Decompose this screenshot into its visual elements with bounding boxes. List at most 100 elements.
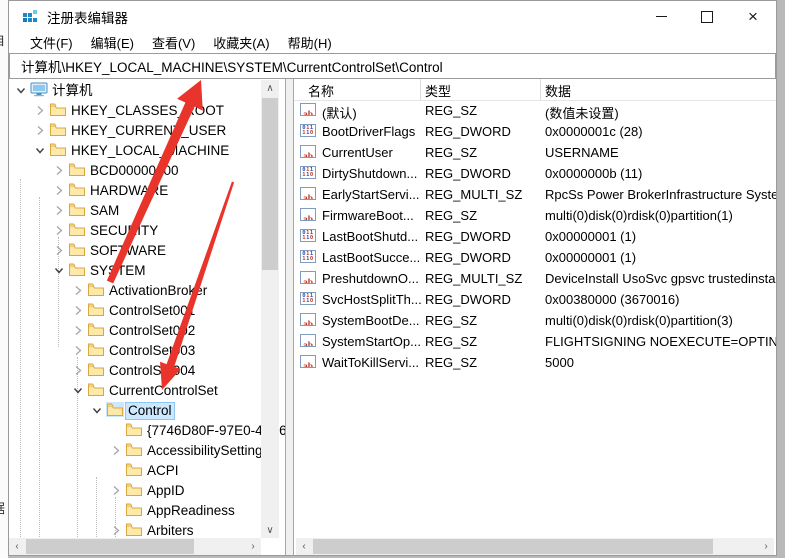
scrollbar-thumb[interactable] xyxy=(313,539,713,554)
minimize-button[interactable] xyxy=(638,1,684,32)
chevron-right-icon[interactable] xyxy=(32,102,48,118)
chevron-right-icon[interactable] xyxy=(70,362,86,378)
chevron-down-icon[interactable] xyxy=(70,382,86,398)
tree-item-7746d80f-97e0-4e26-95[interactable]: {7746D80F-97E0-4E26-95 xyxy=(9,420,285,440)
menu-item-file[interactable]: 文件(F) xyxy=(21,31,82,54)
tree-item-bcd00000000[interactable]: BCD00000000 xyxy=(9,160,285,180)
chevron-right-icon[interactable] xyxy=(51,182,67,198)
menu-item-favorites[interactable]: 收藏夹(A) xyxy=(204,31,278,54)
tree-item-acpi[interactable]: ACPI xyxy=(9,460,285,480)
chevron-right-icon[interactable] xyxy=(70,302,86,318)
title-bar: 注册表编辑器 × xyxy=(9,1,776,32)
chevron-right-icon[interactable] xyxy=(70,342,86,358)
value-row-earlystartservi[interactable]: abEarlyStartServi...REG_MULTI_SZRpcSs Po… xyxy=(294,184,776,205)
scrollbar-thumb[interactable] xyxy=(262,98,278,270)
column-separator[interactable] xyxy=(540,79,541,100)
value-row-firmwareboot[interactable]: abFirmwareBoot...REG_SZmulti(0)disk(0)rd… xyxy=(294,205,776,226)
folder-icon xyxy=(87,342,105,357)
tree-item-label: HARDWARE xyxy=(87,182,171,200)
tree-item-controlset002[interactable]: ControlSet002 xyxy=(9,320,285,340)
chevron-right-icon[interactable] xyxy=(108,522,124,538)
tree-item-label: SECURITY xyxy=(87,222,161,240)
chevron-right-icon[interactable] xyxy=(51,222,67,238)
value-row-bootdriverflags[interactable]: 011110BootDriverFlagsREG_DWORD0x0000001c… xyxy=(294,121,776,142)
value-name: SvcHostSplitTh... xyxy=(322,292,422,307)
column-separator[interactable] xyxy=(420,79,421,100)
scroll-right-icon[interactable]: › xyxy=(245,538,261,555)
folder-icon xyxy=(68,242,86,257)
tree-item-appid[interactable]: AppID xyxy=(9,480,285,500)
value-data: (数值未设置) xyxy=(545,103,619,122)
menu-item-edit[interactable]: 编辑(E) xyxy=(82,31,143,54)
scroll-left-icon[interactable]: ‹ xyxy=(296,538,312,555)
column-header-name[interactable]: 名称 xyxy=(308,81,334,100)
tree-item-hkey-local-machine[interactable]: HKEY_LOCAL_MACHINE xyxy=(9,140,285,160)
value-row-currentuser[interactable]: abCurrentUserREG_SZUSERNAME xyxy=(294,142,776,163)
tree-vertical-scrollbar[interactable]: ∧ ∨ xyxy=(261,80,279,538)
tree-item-label: Control xyxy=(125,402,175,420)
folder-icon xyxy=(49,142,67,157)
value-row-systembootde[interactable]: abSystemBootDe...REG_SZmulti(0)disk(0)rd… xyxy=(294,310,776,331)
scroll-down-icon[interactable]: ∨ xyxy=(261,522,279,538)
close-button[interactable]: × xyxy=(730,1,776,32)
chevron-down-icon[interactable] xyxy=(89,402,105,418)
tree-item-system[interactable]: SYSTEM xyxy=(9,260,285,280)
maximize-button[interactable] xyxy=(684,1,730,32)
menu-item-view[interactable]: 查看(V) xyxy=(143,31,204,54)
tree-horizontal-scrollbar[interactable]: ‹ › xyxy=(9,538,261,555)
tree-item-activationbroker[interactable]: ActivationBroker xyxy=(9,280,285,300)
scroll-left-icon[interactable]: ‹ xyxy=(9,538,25,555)
tree-item-计算机[interactable]: 计算机 xyxy=(9,80,285,100)
value-type: REG_DWORD xyxy=(425,124,511,139)
chevron-right-icon[interactable] xyxy=(51,162,67,178)
chevron-down-icon[interactable] xyxy=(32,142,48,158)
tree-item-controlset003[interactable]: ControlSet003 xyxy=(9,340,285,360)
maximize-icon xyxy=(701,11,713,23)
tree-item-label: ControlSet002 xyxy=(106,322,198,340)
column-header-data[interactable]: 数据 xyxy=(545,81,571,100)
tree-item-control[interactable]: Control xyxy=(9,400,285,420)
tree-item-software[interactable]: SOFTWARE xyxy=(9,240,285,260)
menu-item-help[interactable]: 帮助(H) xyxy=(279,31,341,54)
folder-icon xyxy=(87,282,105,297)
scroll-up-icon[interactable]: ∧ xyxy=(261,80,279,96)
chevron-right-icon[interactable] xyxy=(70,282,86,298)
chevron-right-icon[interactable] xyxy=(51,242,67,258)
value-row-默认[interactable]: ab(默认)REG_SZ(数值未设置) xyxy=(294,100,776,121)
tree-item-security[interactable]: SECURITY xyxy=(9,220,285,240)
value-row-lastbootsucce[interactable]: 011110LastBootSucce...REG_DWORD0x0000000… xyxy=(294,247,776,268)
value-row-lastbootshutd[interactable]: 011110LastBootShutd...REG_DWORD0x0000000… xyxy=(294,226,776,247)
chevron-right-icon[interactable] xyxy=(108,482,124,498)
scrollbar-thumb[interactable] xyxy=(26,539,194,554)
tree-item-controlset001[interactable]: ControlSet001 xyxy=(9,300,285,320)
chevron-right-icon[interactable] xyxy=(32,122,48,138)
tree-item-currentcontrolset[interactable]: CurrentControlSet xyxy=(9,380,285,400)
tree-item-hkey-classes-root[interactable]: HKEY_CLASSES_ROOT xyxy=(9,100,285,120)
value-row-waittokillservi[interactable]: abWaitToKillServi...REG_SZ5000 xyxy=(294,352,776,373)
chevron-right-icon[interactable] xyxy=(51,202,67,218)
chevron-down-icon[interactable] xyxy=(13,82,29,98)
scroll-right-icon[interactable]: › xyxy=(758,538,774,555)
tree-item-sam[interactable]: SAM xyxy=(9,200,285,220)
folder-icon xyxy=(87,302,105,317)
value-row-systemstartop[interactable]: abSystemStartOp...REG_SZFLIGHTSIGNING NO… xyxy=(294,331,776,352)
tree-item-label: ActivationBroker xyxy=(106,282,210,300)
folder-icon xyxy=(125,482,143,497)
value-row-dirtyshutdown[interactable]: 011110DirtyShutdown...REG_DWORD0x0000000… xyxy=(294,163,776,184)
value-row-preshutdowno[interactable]: abPreshutdownO...REG_MULTI_SZDeviceInsta… xyxy=(294,268,776,289)
pane-splitter[interactable] xyxy=(286,79,294,555)
tree-item-appreadiness[interactable]: AppReadiness xyxy=(9,500,285,520)
tree-item-arbiters[interactable]: Arbiters xyxy=(9,520,285,540)
chevron-right-icon[interactable] xyxy=(70,322,86,338)
value-name: BootDriverFlags xyxy=(322,124,415,139)
tree-item-hardware[interactable]: HARDWARE xyxy=(9,180,285,200)
chevron-down-icon[interactable] xyxy=(51,262,67,278)
list-horizontal-scrollbar[interactable]: ‹ › xyxy=(296,538,774,555)
chevron-right-icon[interactable] xyxy=(108,442,124,458)
value-row-svchostsplitth[interactable]: 011110SvcHostSplitTh...REG_DWORD0x003800… xyxy=(294,289,776,310)
tree-item-accessibilitysettings[interactable]: AccessibilitySettings xyxy=(9,440,285,460)
address-input[interactable] xyxy=(10,54,775,78)
column-header-type[interactable]: 类型 xyxy=(425,81,451,100)
tree-item-controlset004[interactable]: ControlSet004 xyxy=(9,360,285,380)
tree-item-hkey-current-user[interactable]: HKEY_CURRENT_USER xyxy=(9,120,285,140)
